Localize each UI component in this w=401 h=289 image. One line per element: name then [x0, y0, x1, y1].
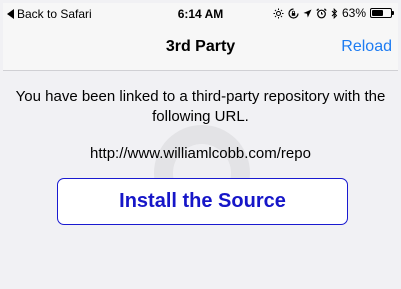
- repo-url: http://www.williamlcobb.com/repo: [90, 145, 311, 162]
- screen: Back to Safari 6:14 AM 63% 3rd Party Rel…: [3, 3, 398, 286]
- battery-percent: 63%: [341, 6, 366, 20]
- battery-icon: [370, 8, 394, 18]
- bluetooth-icon: [331, 7, 338, 19]
- location-arrow-icon: [303, 9, 312, 18]
- navigation-bar: 3rd Party Reload: [3, 25, 398, 71]
- battery-level: [372, 10, 383, 16]
- install-source-button[interactable]: Install the Source: [57, 178, 348, 225]
- lock-rotation-icon: [288, 7, 299, 19]
- alarm-icon: [316, 7, 327, 19]
- main-content: You have been linked to a third-party re…: [3, 71, 398, 286]
- brightness-icon: [273, 8, 284, 19]
- status-icons: 63%: [273, 6, 394, 20]
- status-bar: Back to Safari 6:14 AM 63%: [3, 3, 398, 25]
- reload-button[interactable]: Reload: [341, 38, 392, 56]
- repo-message: You have been linked to a third-party re…: [15, 88, 386, 125]
- page-title: 3rd Party: [165, 38, 236, 55]
